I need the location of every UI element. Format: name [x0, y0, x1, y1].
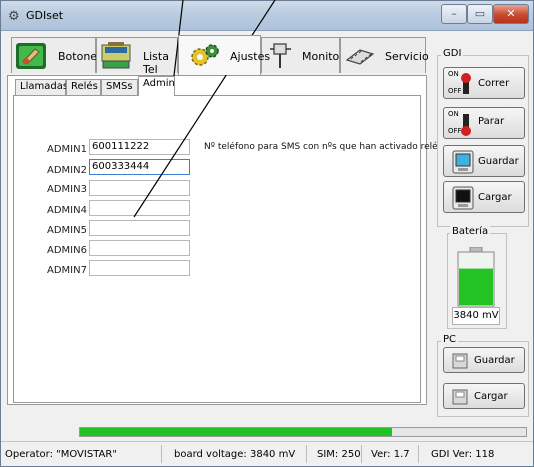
- gdi-cargar-label: Cargar: [478, 192, 512, 203]
- subtab-smss[interactable]: SMSs: [101, 79, 138, 95]
- battery-voltage: 3840 mV: [452, 307, 500, 325]
- status-sim: SIM: 250: [317, 449, 361, 460]
- maximize-button[interactable]: ▭: [467, 4, 493, 24]
- save-device-icon: [452, 150, 474, 177]
- admin6-label: ADMIN6: [47, 245, 87, 256]
- load-device-icon: [452, 186, 474, 213]
- admin4-field[interactable]: [89, 200, 190, 216]
- tab-servicio[interactable]: Servicio: [340, 37, 429, 73]
- switch-on-icon: [460, 72, 472, 97]
- close-button[interactable]: ✕: [493, 4, 529, 24]
- admin3-label: ADMIN3: [47, 184, 87, 195]
- tab-servicio-label: Servicio: [385, 50, 429, 63]
- pc-save-icon: [452, 353, 468, 372]
- gdi-guardar-label: Guardar: [478, 156, 519, 167]
- tab-ajustes-label: Ajustes: [230, 50, 271, 63]
- subtab-reles[interactable]: Relés: [66, 79, 101, 95]
- correr-label: Correr: [478, 78, 510, 89]
- status-bar: Operator: "MOVISTAR" board voltage: 3840…: [1, 441, 533, 466]
- gdi-cargar-button[interactable]: Cargar: [443, 181, 525, 213]
- admin1-field[interactable]: 600111222: [89, 139, 190, 155]
- list-machine-icon: [100, 42, 132, 70]
- progress-bar: [79, 427, 527, 437]
- phone-hand-icon: [15, 42, 47, 70]
- admin7-field[interactable]: [89, 260, 190, 276]
- admin1-label: ADMIN1: [47, 144, 87, 155]
- status-separator: [161, 445, 162, 463]
- pc-cargar-button[interactable]: Cargar: [443, 383, 525, 409]
- subtab-llamadas[interactable]: Llamadas: [15, 79, 68, 95]
- status-gdi-ver: GDI Ver: 118: [431, 449, 495, 460]
- tab-ajustes[interactable]: Ajustes: [178, 35, 270, 75]
- parar-button[interactable]: ON OFF Parar: [443, 107, 525, 139]
- battery-level: [459, 268, 493, 305]
- tab-monitor[interactable]: Monitor: [261, 37, 344, 73]
- admin5-field[interactable]: [89, 220, 190, 236]
- on-label-2: ON: [448, 110, 459, 118]
- tab-botones[interactable]: Botones: [11, 37, 103, 73]
- app-icon: ⚙: [8, 9, 20, 24]
- admin4-label: ADMIN4: [47, 205, 87, 216]
- gdi-group-title: GDI: [441, 48, 464, 59]
- battery-icon: [457, 246, 495, 307]
- admin3-field[interactable]: [89, 180, 190, 196]
- pc-guardar-label: Guardar: [474, 355, 515, 366]
- battery-title: Batería: [450, 226, 491, 237]
- status-separator: [306, 445, 307, 463]
- gears-icon: [189, 42, 221, 70]
- admin-note: Nº teléfono para SMS con nºs que han act…: [204, 142, 438, 152]
- admin5-label: ADMIN5: [47, 225, 87, 236]
- tab-monitor-label: Monitor: [302, 50, 344, 63]
- admin2-label: ADMIN2: [47, 165, 87, 176]
- status-operator: Operator: "MOVISTAR": [5, 449, 117, 460]
- gdi-guardar-button[interactable]: Guardar: [443, 145, 525, 177]
- window-title: GDIset: [26, 9, 64, 22]
- status-separator: [418, 445, 419, 463]
- pc-group-title: PC: [441, 334, 459, 345]
- admin7-label: ADMIN7: [47, 265, 87, 276]
- subtab-admin[interactable]: Admin: [138, 76, 175, 96]
- app-window: ⚙ GDIset – ▭ ✕ Botones Lista Tel Ajustes…: [0, 0, 534, 467]
- correr-button[interactable]: ON OFF Correr: [443, 67, 525, 99]
- admin2-field[interactable]: 600333444: [89, 159, 190, 175]
- status-ver: Ver: 1.7: [371, 449, 410, 460]
- title-bar: ⚙ GDIset – ▭ ✕: [1, 1, 533, 31]
- chip-icon: [344, 42, 376, 70]
- minimize-button[interactable]: –: [441, 4, 467, 24]
- on-label: ON: [448, 70, 459, 78]
- pc-guardar-button[interactable]: Guardar: [443, 347, 525, 373]
- switch-off-icon: [460, 112, 472, 139]
- tab-lista-tel-label: Lista Tel: [143, 50, 169, 76]
- pc-load-icon: [452, 389, 468, 408]
- parar-label: Parar: [478, 116, 505, 127]
- progress-fill: [80, 428, 393, 436]
- admin6-field[interactable]: [89, 240, 190, 256]
- status-board-voltage: board voltage: 3840 mV: [174, 449, 296, 460]
- status-separator: [361, 445, 362, 463]
- pc-cargar-label: Cargar: [474, 391, 508, 402]
- tab-lista-tel[interactable]: Lista Tel: [96, 37, 178, 76]
